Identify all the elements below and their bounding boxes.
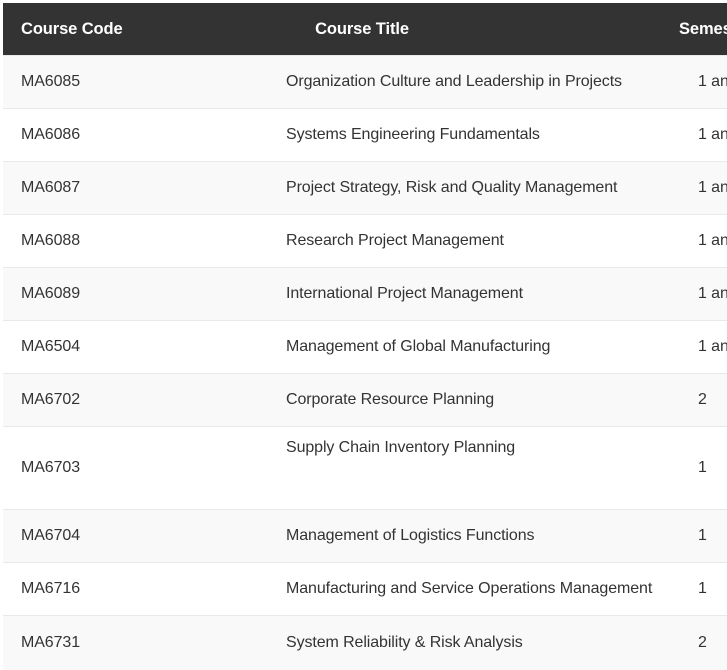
cell-semester-offered: 1 and 2 [679,56,727,109]
table-row: MA6085Organization Culture and Leadershi… [3,56,727,109]
cell-course-code: MA6504 [3,321,145,374]
cell-course-title: Organization Culture and Leadership in P… [145,56,679,109]
table-row: MA6702Corporate Resource Planning2 [3,374,727,427]
cell-course-code: MA6731 [3,616,145,670]
table-row: MA6716Manufacturing and Service Operatio… [3,563,727,616]
table-row: MA6703Supply Chain Inventory Planning1 [3,427,727,510]
cell-course-title: Research Project Management [145,215,679,268]
cell-course-code: MA6087 [3,162,145,215]
cell-course-title: International Project Management [145,268,679,321]
cell-semester-offered: 1 [679,510,727,563]
column-header-course-code: Course Code [3,3,145,56]
cell-semester-offered: 1 and 2 [679,109,727,162]
cell-course-code: MA6703 [3,427,145,510]
cell-course-title: System Reliability & Risk Analysis [145,616,679,670]
table-row: MA6731System Reliability & Risk Analysis… [3,616,727,670]
cell-course-title: Management of Logistics Functions [145,510,679,563]
cell-semester-offered: 2 [679,616,727,670]
table-row: MA6089International Project Management1 … [3,268,727,321]
cell-semester-offered: 1 and 2 [679,268,727,321]
cell-semester-offered: 1 and 2 [679,321,727,374]
cell-semester-offered: 2 [679,374,727,427]
table-row: MA6086Systems Engineering Fundamentals1 … [3,109,727,162]
cell-course-title: Corporate Resource Planning [145,374,679,427]
table-header-row: Course Code Course Title Semester offere… [3,3,727,56]
cell-course-title: Supply Chain Inventory Planning [145,427,679,510]
column-header-course-title: Course Title [145,3,679,56]
cell-semester-offered: 1 [679,427,727,510]
course-table: Course Code Course Title Semester offere… [3,3,727,670]
cell-course-title: Manufacturing and Service Operations Man… [145,563,679,616]
cell-course-code: MA6086 [3,109,145,162]
cell-course-code: MA6089 [3,268,145,321]
cell-course-title: Systems Engineering Fundamentals [145,109,679,162]
column-header-semester-offered: Semester offered [679,3,727,56]
cell-semester-offered: 1 and 2 [679,162,727,215]
cell-course-code: MA6704 [3,510,145,563]
cell-course-title: Project Strategy, Risk and Quality Manag… [145,162,679,215]
course-table-container: Course Code Course Title Semester offere… [0,0,727,661]
cell-semester-offered: 1 and 2 [679,215,727,268]
table-row: MA6704Management of Logistics Functions1 [3,510,727,563]
table-row: MA6504Management of Global Manufacturing… [3,321,727,374]
table-body: MA6085Organization Culture and Leadershi… [3,56,727,670]
table-row: MA6088Research Project Management1 and 2 [3,215,727,268]
cell-semester-offered: 1 [679,563,727,616]
cell-course-code: MA6088 [3,215,145,268]
cell-course-code: MA6085 [3,56,145,109]
cell-course-title: Management of Global Manufacturing [145,321,679,374]
table-row: MA6087Project Strategy, Risk and Quality… [3,162,727,215]
cell-course-code: MA6702 [3,374,145,427]
table-header: Course Code Course Title Semester offere… [3,3,727,56]
cell-course-code: MA6716 [3,563,145,616]
